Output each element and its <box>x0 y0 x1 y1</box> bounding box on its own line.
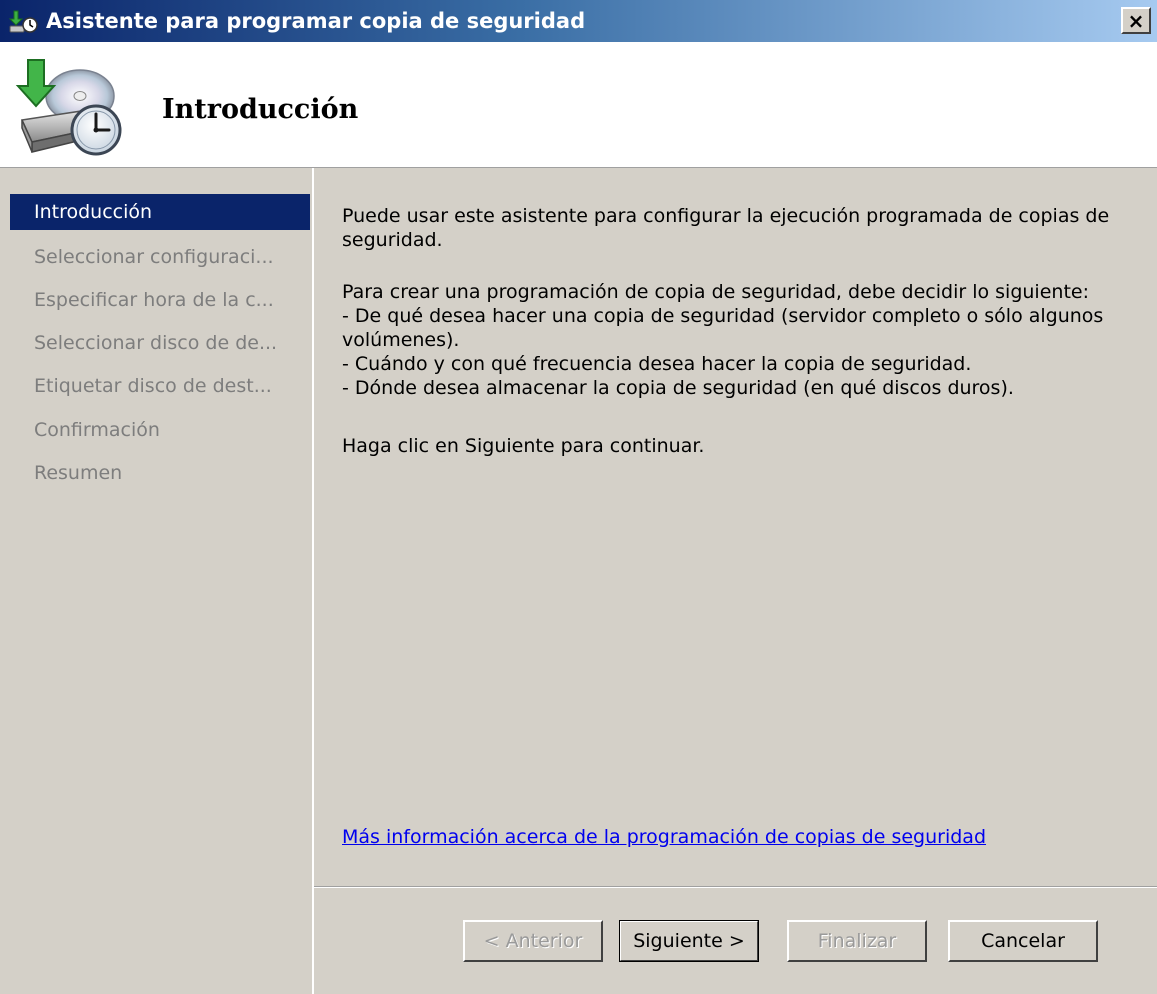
sidebar-item-especificar-hora[interactable]: Especificar hora de la c... <box>10 282 310 318</box>
sidebar-item-confirmacion[interactable]: Confirmación <box>10 412 310 448</box>
sidebar-item-etiquetar-disco[interactable]: Etiquetar disco de dest... <box>10 368 310 404</box>
sidebar-item-seleccionar-disco[interactable]: Seleccionar disco de de... <box>10 325 310 361</box>
sidebar-item-introduccion[interactable]: Introducción <box>10 194 310 230</box>
next-button[interactable]: Siguiente > <box>619 920 759 962</box>
finish-button[interactable]: Finalizar <box>787 920 927 962</box>
sidebar-item-resumen[interactable]: Resumen <box>10 455 310 491</box>
cancel-button[interactable]: Cancelar <box>948 920 1098 962</box>
title-bar[interactable]: Asistente para programar copia de seguri… <box>0 0 1157 42</box>
wizard-header: Introducción <box>0 42 1157 168</box>
wizard-steps-sidebar: Introducción Seleccionar configuraci... … <box>0 168 314 994</box>
wizard-window: Asistente para programar copia de seguri… <box>0 0 1157 994</box>
backup-schedule-icon <box>15 59 122 156</box>
wizard-content: Puede usar este asistente para configura… <box>314 168 1157 994</box>
close-button[interactable]: × <box>1121 7 1151 34</box>
intro-text: Puede usar este asistente para configura… <box>342 205 1110 251</box>
decide-item-what: - De qué desea hacer una copia de seguri… <box>342 305 1104 351</box>
window-title: Asistente para programar copia de seguri… <box>46 9 586 33</box>
decide-item-where: - Dónde desea almacenar la copia de segu… <box>342 377 1014 399</box>
close-icon: × <box>1127 8 1145 33</box>
previous-button[interactable]: < Anterior <box>463 920 603 962</box>
button-divider <box>314 886 1157 888</box>
page-title: Introducción <box>162 94 359 125</box>
backup-app-icon <box>8 10 38 33</box>
sidebar-item-seleccionar-configuracion[interactable]: Seleccionar configuraci... <box>10 239 310 275</box>
continue-text: Haga clic en Siguiente para continuar. <box>342 435 705 457</box>
decide-heading: Para crear una programación de copia de … <box>342 281 1089 303</box>
more-info-link[interactable]: Más información acerca de la programació… <box>342 824 986 850</box>
decide-item-when: - Cuándo y con qué frecuencia desea hace… <box>342 353 972 375</box>
